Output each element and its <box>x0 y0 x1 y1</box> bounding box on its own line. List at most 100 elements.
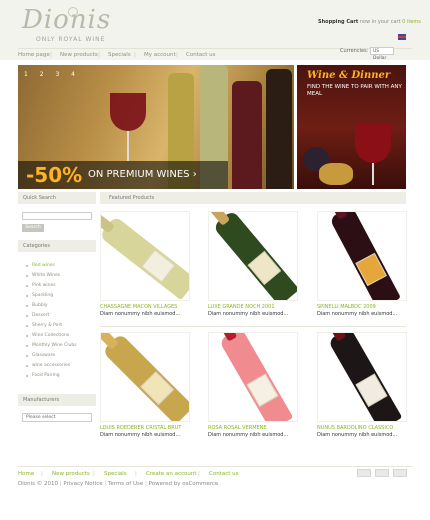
product-bottle-neck <box>209 212 231 226</box>
product-name[interactable]: LOUIS ROEDERER CRISTAL BRUT <box>100 425 200 431</box>
manufacturers-select[interactable]: Please select <box>22 413 92 422</box>
category-item[interactable]: Pink wines <box>26 283 56 288</box>
banner-food <box>319 163 353 185</box>
copyright-line: Dionis © 2010 | Privacy Notice | Terms o… <box>18 481 218 487</box>
visa-icon <box>375 469 389 477</box>
footer-separator: | <box>104 481 107 487</box>
banner-subtitle: FIND THE WINE TO PAIR WITH ANY MEAL <box>307 84 402 97</box>
product-description: Diam nonummy nibh euismod... <box>208 432 289 438</box>
terms-link[interactable]: Terms of Use <box>108 481 143 487</box>
product-bottle <box>101 333 189 421</box>
product-card[interactable]: CHASSAGNE MACON VILLAGES Diam nonummy ni… <box>100 211 190 331</box>
product-image[interactable] <box>100 332 190 422</box>
powered-by-text: Powered by osCommerce <box>148 481 219 487</box>
product-bottle-label <box>246 373 279 408</box>
slider-page-dots[interactable]: 1 2 3 4 <box>24 71 80 78</box>
category-item[interactable]: Monthly Wine Clubs <box>26 343 77 348</box>
privacy-link[interactable]: Privacy Notice <box>63 481 102 487</box>
product-bottle-label <box>141 249 176 283</box>
product-bottle-neck <box>101 333 120 351</box>
cart-items-link[interactable]: 0 items <box>402 19 421 25</box>
banner-title: Wine & Dinner <box>307 70 391 81</box>
promo-discount: -50% <box>26 163 83 187</box>
product-image[interactable] <box>317 332 407 422</box>
product-name[interactable]: ROSA ROSAL VERMENE <box>208 425 308 431</box>
product-bottle <box>209 212 297 300</box>
footer-link-home[interactable]: Home <box>18 471 34 477</box>
category-item[interactable]: Food Pairing <box>26 373 60 378</box>
logo-tagline: ONLY ROYAL WINE <box>36 36 106 43</box>
nav-separator: | <box>98 52 100 58</box>
nav-separator: | <box>134 52 136 58</box>
product-card[interactable]: ROSA ROSAL VERMENE Diam nonummy nibh eui… <box>208 332 298 452</box>
cart-label: Shopping Cart <box>318 19 359 25</box>
product-bottle-neck <box>329 212 348 220</box>
search-button[interactable]: Search <box>22 224 44 232</box>
product-bottle-neck <box>327 333 347 342</box>
product-bottle-label <box>140 371 175 406</box>
product-bottle-label <box>355 373 388 408</box>
product-name[interactable]: LUXE GRANDE NOCH 2001 <box>208 304 308 310</box>
currency-select[interactable]: US Dollar <box>370 47 394 61</box>
product-description: Diam nonummy nibh euismod... <box>317 311 398 317</box>
category-item[interactable]: White Wines <box>25 273 60 278</box>
product-bottle <box>327 333 403 421</box>
product-name[interactable]: NUNUS BARDOLINO CLASSICO <box>317 425 417 431</box>
footer: Home | New products | Specials | Create … <box>18 466 412 520</box>
banner-wine-glass <box>355 123 391 163</box>
footer-separator: | <box>135 471 137 477</box>
product-card[interactable]: LOUIS ROEDERER CRISTAL BRUT Diam nonummy… <box>100 332 190 452</box>
category-item[interactable]: wine accessories <box>25 363 70 368</box>
category-item[interactable]: Sherry & Port <box>25 323 62 328</box>
wine-dinner-banner[interactable]: Wine & Dinner FIND THE WINE TO PAIR WITH… <box>297 65 406 189</box>
nav-item-new-products[interactable]: New products <box>60 52 98 58</box>
promo-text: ON PREMIUM WINES › <box>88 169 197 180</box>
footer-link-create-account[interactable]: Create an account <box>146 471 197 477</box>
product-name[interactable]: SPINELLI MALBOC 2009 <box>317 304 417 310</box>
category-item[interactable]: Red wines <box>26 263 55 268</box>
nav-separator: | <box>50 52 52 58</box>
nav-item-contact[interactable]: Contact us <box>186 52 216 58</box>
product-card[interactable]: LUXE GRANDE NOCH 2001 Diam nonummy nibh … <box>208 211 298 331</box>
quick-search-input[interactable] <box>22 212 92 220</box>
nav-item-home[interactable]: Home page <box>18 52 50 58</box>
product-description: Diam nonummy nibh euismod... <box>208 311 289 317</box>
product-bottle-label <box>247 250 282 285</box>
product-name[interactable]: CHASSAGNE MACON VILLAGES <box>100 304 200 310</box>
product-bottle <box>101 213 189 300</box>
product-image[interactable] <box>208 211 298 301</box>
nav-item-specials[interactable]: Specials <box>108 52 131 58</box>
product-image[interactable] <box>100 211 190 301</box>
category-item[interactable]: Wine Collections <box>25 333 69 338</box>
slider-bottle <box>232 81 262 189</box>
footer-link-new-products[interactable]: New products <box>52 471 90 477</box>
product-image[interactable] <box>208 332 298 422</box>
product-card[interactable]: NUNUS BARDOLINO CLASSICO Diam nonummy ni… <box>317 332 407 452</box>
footer-separator: | <box>93 471 95 477</box>
slider-glass-stem <box>127 131 129 161</box>
category-item[interactable]: Dessert <box>25 313 49 318</box>
banner-glass-stem <box>372 163 374 185</box>
product-bottle-label <box>355 252 387 287</box>
promo-slider[interactable]: 1 2 3 4 -50% ON PREMIUM WINES › <box>18 65 294 189</box>
nav-separator: | <box>176 52 178 58</box>
product-image[interactable] <box>317 211 407 301</box>
product-bottle <box>218 333 294 421</box>
featured-heading: Featured Products <box>100 192 406 204</box>
manufacturers-heading: Manufacturers <box>18 394 96 406</box>
quick-search-heading: Quick Search <box>18 192 96 204</box>
english-flag-icon[interactable] <box>398 34 406 40</box>
category-item[interactable]: Bubbly <box>26 303 48 308</box>
category-item[interactable]: Sparkling <box>25 293 53 298</box>
footer-separator: | <box>198 471 200 477</box>
footer-link-contact[interactable]: Contact us <box>209 471 239 477</box>
nav-item-my-account[interactable]: My account <box>144 52 176 58</box>
logo[interactable]: Dionis ONLY ROYAL WINE <box>22 5 112 43</box>
mastercard-icon <box>393 469 407 477</box>
product-description: Diam nonummy nibh euismod... <box>317 432 398 438</box>
slider-wine-glass <box>110 93 146 131</box>
footer-link-specials[interactable]: Specials <box>104 471 127 477</box>
category-item[interactable]: Glassware <box>25 353 55 358</box>
shopping-cart-summary: Shopping Cart now in your cart 0 items <box>318 19 421 25</box>
product-card[interactable]: SPINELLI MALBOC 2009 Diam nonummy nibh e… <box>317 211 407 331</box>
